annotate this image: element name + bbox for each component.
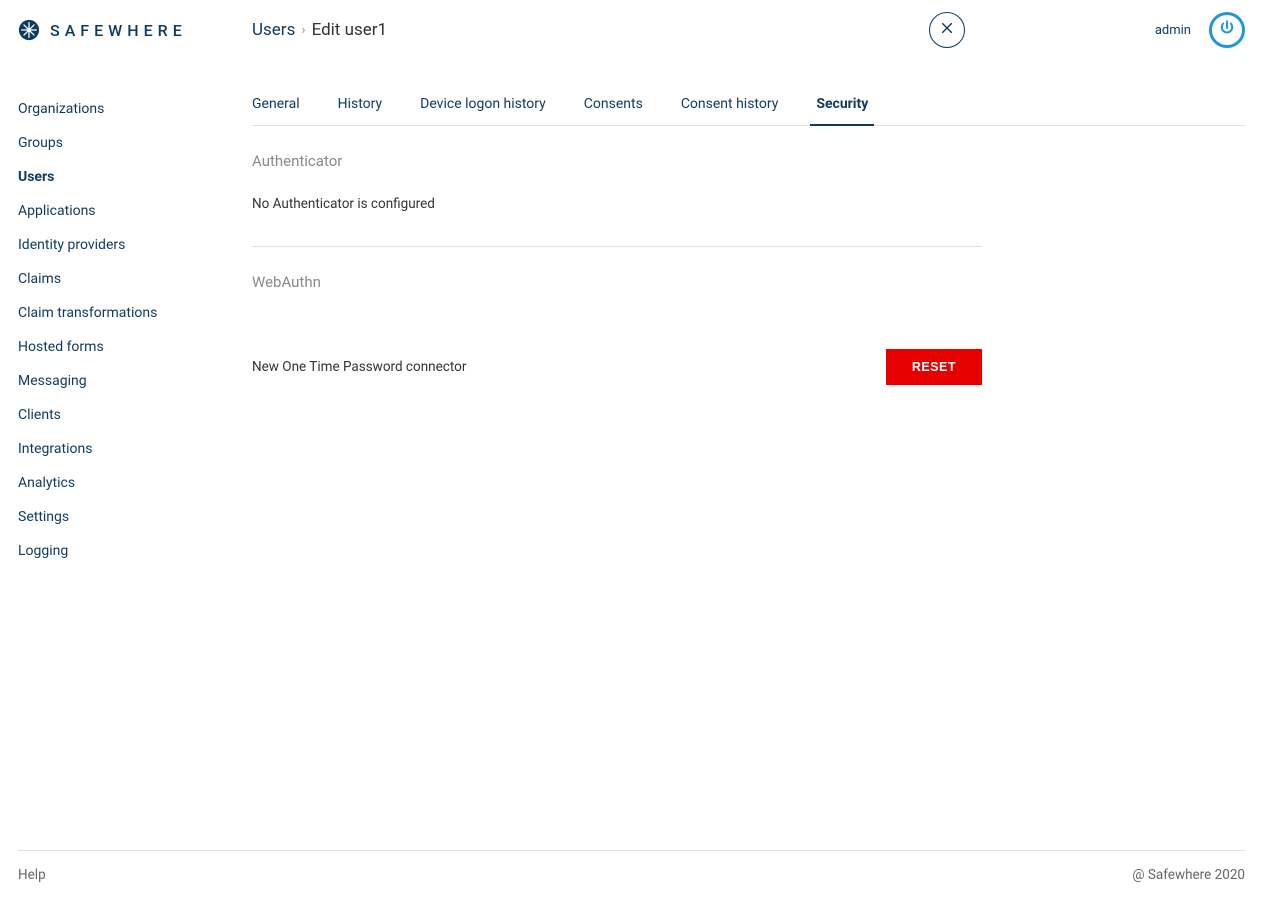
breadcrumb-separator: › <box>301 22 305 38</box>
breadcrumb-current: Edit user1 <box>312 20 387 40</box>
sidebar-item-applications[interactable]: Applications <box>18 194 252 228</box>
footer-copyright: @ Safewhere 2020 <box>1132 867 1245 883</box>
close-icon <box>940 21 954 39</box>
tab-history[interactable]: History <box>338 88 383 125</box>
authenticator-section: Authenticator No Authenticator is config… <box>252 126 982 247</box>
reset-button[interactable]: RESET <box>886 349 982 385</box>
webauthn-item-label: New One Time Password connector <box>252 359 466 375</box>
breadcrumb: Users › Edit user1 <box>252 20 929 40</box>
tab-bar: General History Device logon history Consen… <box>252 88 1245 126</box>
sidebar-item-users[interactable]: Users <box>18 160 252 194</box>
footer: Help @ Safewhere 2020 <box>18 850 1245 897</box>
tab-security[interactable]: Security <box>816 88 868 125</box>
brand-name: SAFEWHERE <box>50 21 187 40</box>
sidebar-item-claims[interactable]: Claims <box>18 262 252 296</box>
brand-logo-icon <box>18 19 40 41</box>
sidebar-item-organizations[interactable]: Organizations <box>18 92 252 126</box>
sidebar: OrganizationsGroupsUsersApplicationsIden… <box>18 56 252 841</box>
sidebar-item-clients[interactable]: Clients <box>18 398 252 432</box>
body: OrganizationsGroupsUsersApplicationsIden… <box>0 56 1263 841</box>
sidebar-item-analytics[interactable]: Analytics <box>18 466 252 500</box>
sidebar-item-logging[interactable]: Logging <box>18 534 252 568</box>
sidebar-item-settings[interactable]: Settings <box>18 500 252 534</box>
sidebar-item-claim-transformations[interactable]: Claim transformations <box>18 296 252 330</box>
webauthn-item-row: New One Time Password connector RESET <box>252 317 982 385</box>
tab-consents[interactable]: Consents <box>584 88 643 125</box>
logout-button[interactable] <box>1209 12 1245 48</box>
tab-general[interactable]: General <box>252 88 300 125</box>
sidebar-item-hosted-forms[interactable]: Hosted forms <box>18 330 252 364</box>
current-user-link[interactable]: admin <box>1155 23 1191 38</box>
tab-device-logon-history[interactable]: Device logon history <box>420 88 546 125</box>
authenticator-section-title: Authenticator <box>252 152 982 170</box>
logo-area: SAFEWHERE <box>18 19 252 41</box>
close-button[interactable] <box>929 12 965 48</box>
header-right: admin <box>1155 12 1245 48</box>
sidebar-item-groups[interactable]: Groups <box>18 126 252 160</box>
tab-consent-history[interactable]: Consent history <box>681 88 779 125</box>
webauthn-section: WebAuthn New One Time Password connector… <box>252 247 982 385</box>
breadcrumb-parent-link[interactable]: Users <box>252 20 295 40</box>
sidebar-item-identity-providers[interactable]: Identity providers <box>18 228 252 262</box>
webauthn-section-title: WebAuthn <box>252 273 982 291</box>
sidebar-item-messaging[interactable]: Messaging <box>18 364 252 398</box>
sidebar-item-integrations[interactable]: Integrations <box>18 432 252 466</box>
help-link[interactable]: Help <box>18 867 46 883</box>
header: SAFEWHERE Users › Edit user1 admin <box>0 0 1263 56</box>
power-icon <box>1218 19 1236 41</box>
authenticator-empty-text: No Authenticator is configured <box>252 196 982 240</box>
main-content: General History Device logon history Consen… <box>252 56 1245 841</box>
